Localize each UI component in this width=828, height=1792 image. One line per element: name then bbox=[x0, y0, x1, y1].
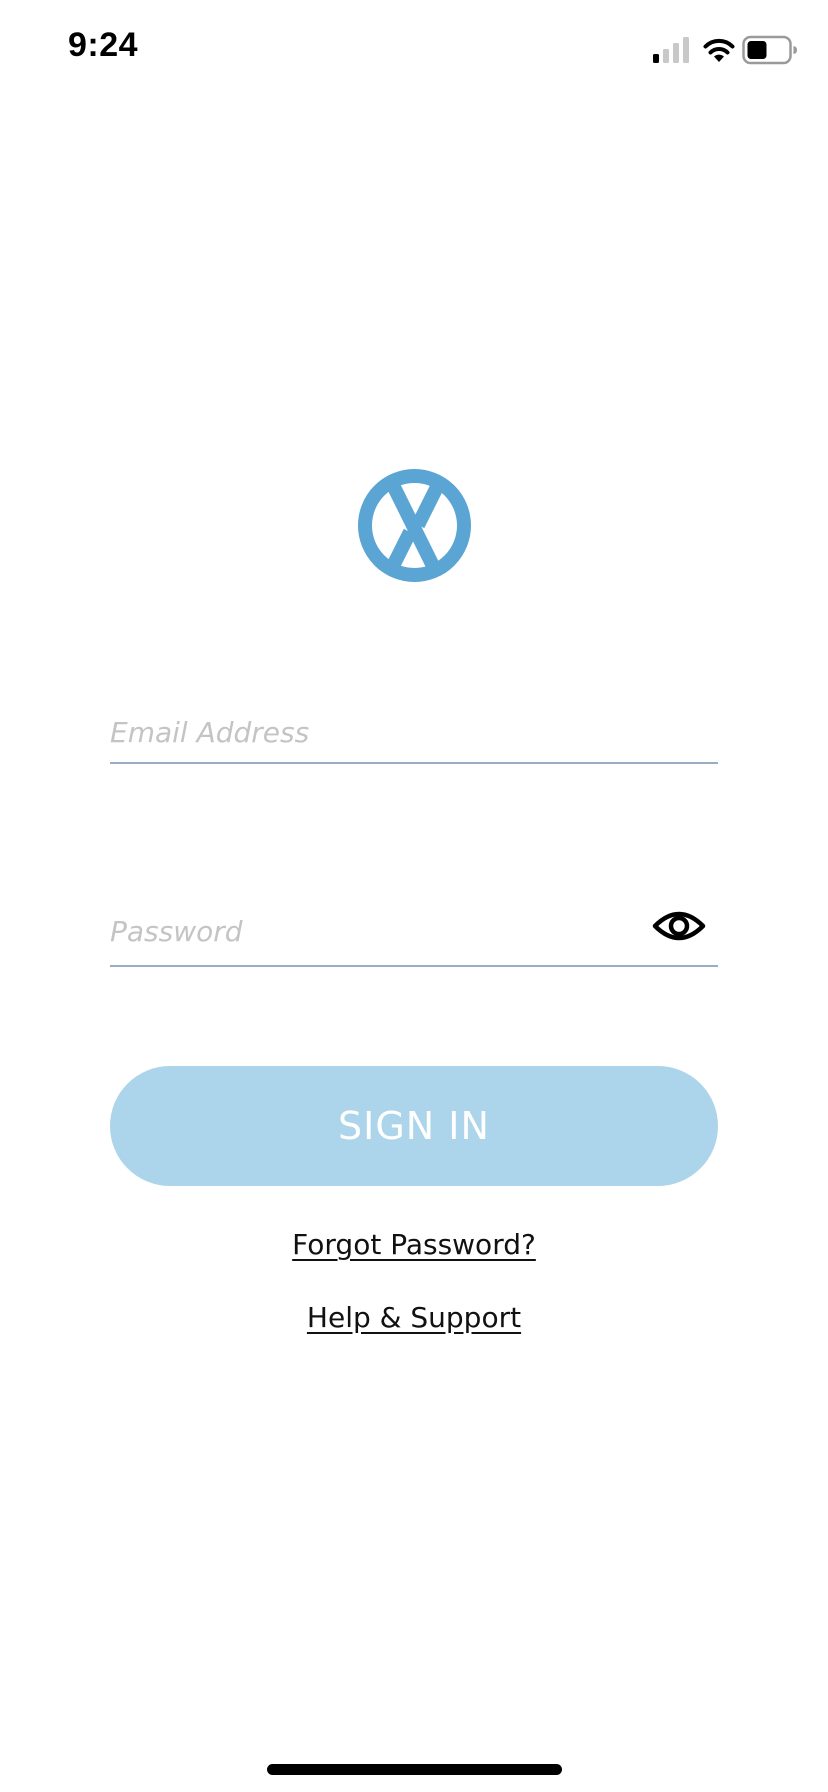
status-time: 9:24 bbox=[68, 26, 139, 64]
email-field[interactable] bbox=[110, 700, 718, 764]
eye-icon[interactable] bbox=[652, 905, 706, 947]
sign-in-button[interactable]: SIGN IN bbox=[110, 1066, 718, 1186]
home-indicator bbox=[267, 1764, 562, 1775]
password-field[interactable] bbox=[110, 895, 718, 967]
battery-icon bbox=[742, 35, 797, 65]
x-circle-logo-icon bbox=[358, 469, 471, 582]
forgot-password-link[interactable]: Forgot Password? bbox=[0, 1228, 828, 1261]
password-underline bbox=[110, 965, 718, 967]
wifi-icon bbox=[703, 38, 735, 62]
cellular-signal-icon bbox=[653, 37, 689, 63]
status-bar: 9:24 bbox=[0, 0, 828, 100]
password-input[interactable] bbox=[110, 895, 718, 967]
help-support-link[interactable]: Help & Support bbox=[0, 1301, 828, 1334]
email-underline bbox=[110, 762, 718, 764]
email-input[interactable] bbox=[110, 700, 718, 764]
